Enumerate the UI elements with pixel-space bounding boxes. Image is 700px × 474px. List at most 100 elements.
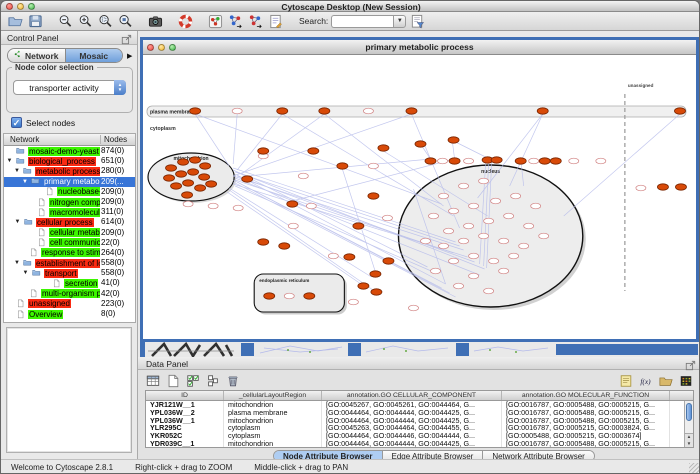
tree-row[interactable]: cellular metabo209(0) <box>4 228 135 238</box>
color-attribute-select[interactable]: transporter activity ▲▼ <box>13 80 126 95</box>
tree-row-node-count: 614(0) <box>101 217 136 227</box>
zoom-out-icon[interactable] <box>57 13 74 29</box>
tree-row[interactable]: Overview8(0) <box>4 309 135 319</box>
tree-row-label: multi-organism pro <box>41 289 100 298</box>
expand-arrow-icon[interactable]: ▼ <box>22 179 28 185</box>
import-attributes-icon[interactable] <box>658 374 674 389</box>
network-window-titlebar[interactable]: primary metabolic process <box>143 40 696 55</box>
tree-row-node-count: 42(0) <box>101 289 136 299</box>
table-cell: [GO:0044464, GO:0044444, GO:0044425, G..… <box>322 409 502 417</box>
table-row[interactable]: YJR121W__1mitochondrion[GO:0045267, GO:0… <box>146 401 693 409</box>
tree-row[interactable]: ▼biological_process651(0) <box>4 156 135 166</box>
zoom-fit-icon[interactable] <box>117 13 134 29</box>
table-row[interactable]: YLR295Ccytoplasm[GO:0045263, GO:0044464,… <box>146 424 693 432</box>
tree-row[interactable]: ▼transport558(0) <box>4 268 135 278</box>
search-settings-icon[interactable] <box>409 13 426 29</box>
table-cell: YPL036W__1 <box>146 417 224 425</box>
expand-arrow-icon[interactable]: ▼ <box>14 219 21 225</box>
tree-row[interactable]: ▼primary metabolic209(... <box>4 177 135 187</box>
tab-mosaic[interactable]: Mosaic <box>65 49 123 62</box>
expand-arrow-icon[interactable]: ▼ <box>22 270 29 276</box>
tree-row-label: cellular process <box>36 218 94 227</box>
float-panel-icon[interactable] <box>121 32 132 43</box>
table-cell: mitochondrion <box>224 401 322 409</box>
tree-row-node-count: 280(0) <box>101 166 136 176</box>
table-row[interactable]: YKR052Ccytoplasm[GO:0044464, GO:0044446,… <box>146 432 693 440</box>
delete-attribute-icon[interactable] <box>225 374 241 389</box>
snapshot-icon[interactable] <box>147 13 164 29</box>
folder-icon <box>15 147 26 156</box>
network-canvas[interactable]: plasma membranecytoplasmmitochondrionnuc… <box>143 56 696 339</box>
tab-network[interactable]: Network <box>8 49 65 62</box>
table-cell: [GO:0044464, GO:0044444, GO:0044425, G..… <box>322 440 502 448</box>
select-nodes-checkbox[interactable]: ✓ <box>11 117 22 128</box>
folder-icon <box>22 259 33 268</box>
scrollbar-thumb[interactable] <box>686 403 692 421</box>
table-cell: [GO:0045263, GO:0044464, GO:0044455, G..… <box>322 424 502 432</box>
attribute-matrix-icon[interactable] <box>678 374 694 389</box>
cytoscape-window: Cytoscape Desktop (New Session) Search: … <box>0 0 700 474</box>
tree-row[interactable]: unassigned223(0) <box>4 299 135 309</box>
new-attribute-icon[interactable] <box>165 374 181 389</box>
folder-icon <box>23 218 34 227</box>
resize-grip[interactable] <box>689 463 699 473</box>
tree-row[interactable]: response to stimul264(0) <box>4 248 135 258</box>
table-scrollbar[interactable]: ▲▼ <box>684 401 693 447</box>
open-file-icon[interactable] <box>7 13 24 29</box>
data-panel-header: Data Panel <box>138 357 700 370</box>
function-icon[interactable]: f(x) <box>638 374 654 389</box>
search-dropdown-arrow-icon[interactable]: ▼ <box>393 15 406 28</box>
table-cell: cytoplasm <box>224 432 322 440</box>
zoom-in-icon[interactable] <box>77 13 94 29</box>
float-data-panel-icon[interactable] <box>685 358 696 369</box>
table-row[interactable]: YPL036W__1mitochondrion[GO:0044464, GO:0… <box>146 417 693 425</box>
table-cell: mitochondrion <box>224 440 322 448</box>
select-nodes-option[interactable]: ✓ Select nodes <box>11 117 75 128</box>
tree-row[interactable]: nitrogen compo209(0) <box>4 197 135 207</box>
tree-row[interactable]: mosaic-demo-yeast874(0) <box>4 146 135 156</box>
tab-overflow-arrow[interactable]: ▶ <box>127 52 132 60</box>
folder-icon <box>15 157 26 166</box>
annotation-icon[interactable] <box>267 13 284 29</box>
control-panel-title: Control Panel <box>7 33 59 43</box>
tree-row-node-count: 209(0) <box>101 197 136 207</box>
unselect-attributes-icon[interactable] <box>205 374 221 389</box>
attribute-table-icon[interactable] <box>145 374 161 389</box>
tree-row-label: Overview <box>28 310 63 319</box>
help-icon[interactable] <box>177 13 194 29</box>
zoom-selected-icon[interactable] <box>97 13 114 29</box>
expand-arrow-icon[interactable]: ▼ <box>14 260 20 266</box>
tree-row[interactable]: multi-organism pro42(0) <box>4 289 135 299</box>
scrollbar-arrows[interactable]: ▲▼ <box>685 433 693 447</box>
tree-row-node-count: 41(0) <box>101 278 136 288</box>
network-layout-a-icon[interactable] <box>227 13 244 29</box>
tree-row-label: cell communicat <box>49 238 100 247</box>
expand-arrow-icon[interactable]: ▼ <box>14 168 20 174</box>
table-row[interactable]: YDR039C__1mitochondrion[GO:0044464, GO:0… <box>146 440 693 448</box>
select-stepper-icon[interactable]: ▲▼ <box>114 80 126 95</box>
tree-row[interactable]: macromolecule311(0) <box>4 207 135 217</box>
tree-row-label: cellular metabo <box>49 228 100 237</box>
tree-row[interactable]: secretion41(0) <box>4 278 135 288</box>
tree-column-nodes: Nodes <box>100 135 127 144</box>
vizmapper-icon[interactable] <box>207 13 224 29</box>
column-header[interactable]: _cellularLayoutRegion <box>224 391 322 400</box>
tree-row[interactable]: nucleobase-209(0) <box>4 187 135 197</box>
column-header[interactable]: ID <box>146 391 224 400</box>
file-icon <box>36 198 47 207</box>
select-attributes-icon[interactable] <box>185 374 201 389</box>
table-row[interactable]: YPL036W__2plasma membrane[GO:0044464, GO… <box>146 409 693 417</box>
data-panel-title: Data Panel <box>146 359 188 369</box>
column-header[interactable]: annotation.GO CELLULAR_COMPONENT <box>322 391 502 400</box>
network-layout-b-icon[interactable] <box>247 13 264 29</box>
expand-arrow-icon[interactable]: ▼ <box>6 158 13 164</box>
tree-row[interactable]: ▼establishment of lo558(0) <box>4 258 135 268</box>
column-header[interactable]: annotation.GO MOLECULAR_FUNCTION <box>502 391 670 400</box>
tree-row[interactable]: ▼metabolic process280(0) <box>4 166 135 176</box>
notes-icon[interactable] <box>618 374 634 389</box>
tree-row[interactable]: ▼ cellular process 614(0) <box>4 217 135 227</box>
tree-row[interactable]: cell communicat22(0) <box>4 238 135 248</box>
save-session-icon[interactable] <box>27 13 44 29</box>
search-input[interactable] <box>331 15 393 28</box>
window-titlebar[interactable]: Cytoscape Desktop (New Session) <box>1 1 700 12</box>
